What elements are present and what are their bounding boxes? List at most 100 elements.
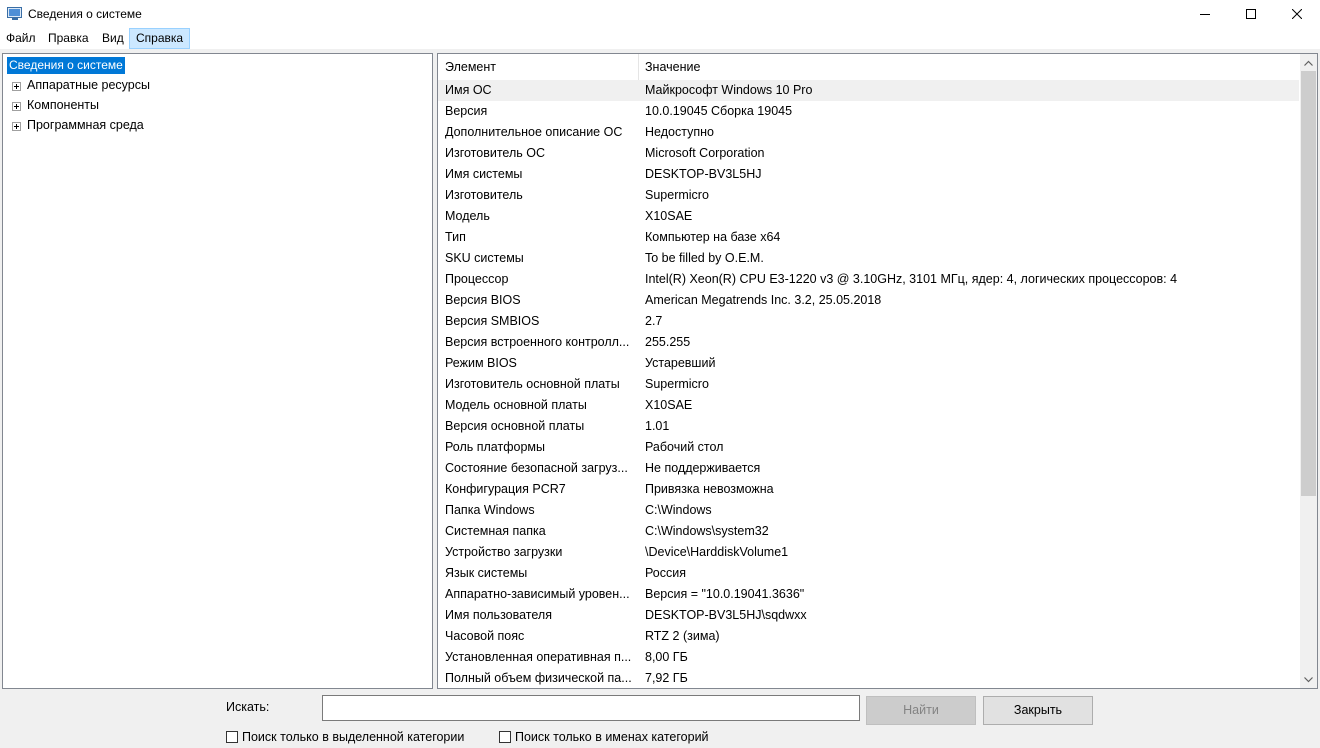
- table-row[interactable]: Папка Windows C:\Windows: [438, 500, 1299, 521]
- category-tree[interactable]: Сведения о системе Аппаратные ресурсы Ко…: [2, 53, 433, 689]
- table-row[interactable]: Полный объем физической па... 7,92 ГБ: [438, 668, 1299, 688]
- row-item-value: Microsoft Corporation: [645, 146, 765, 160]
- row-item-name: Язык системы: [445, 566, 528, 580]
- system-info-app-icon: [7, 7, 22, 20]
- table-row[interactable]: Устройство загрузки \Device\HarddiskVolum…: [438, 542, 1299, 563]
- row-item-value: Недоступно: [645, 125, 714, 139]
- search-input[interactable]: [322, 695, 860, 721]
- menu-edit[interactable]: Правка: [42, 29, 95, 48]
- row-item-value: Майкрософт Windows 10 Pro: [645, 83, 813, 97]
- table-row[interactable]: Изготовитель основной платы Supermicro: [438, 374, 1299, 395]
- scroll-thumb[interactable]: [1301, 71, 1316, 496]
- search-label: Искать:: [226, 700, 270, 714]
- column-header-value[interactable]: Значение: [638, 54, 700, 80]
- table-row[interactable]: Изготовитель ОС Microsoft Corporation: [438, 143, 1299, 164]
- row-item-value: Версия = "10.0.19041.3636": [645, 587, 805, 601]
- row-item-name: Имя системы: [445, 167, 523, 181]
- tree-item-software-environment[interactable]: Программная среда: [27, 117, 144, 134]
- table-row[interactable]: Часовой пояс RTZ 2 (зима): [438, 626, 1299, 647]
- maximize-button[interactable]: [1228, 0, 1274, 28]
- table-row[interactable]: Системная папка C:\Windows\system32: [438, 521, 1299, 542]
- table-row[interactable]: Модель основной платы X10SAE: [438, 395, 1299, 416]
- search-category-names-checkbox[interactable]: Поиск только в именах категорий: [499, 729, 709, 745]
- tree-item-system-summary[interactable]: Сведения о системе: [7, 57, 125, 74]
- menu-bar: Файл Правка Вид Справка: [0, 28, 1320, 50]
- row-item-value: DESKTOP-BV3L5HJ: [645, 167, 762, 181]
- row-item-name: Полный объем физической па...: [445, 671, 632, 685]
- expand-icon[interactable]: [12, 122, 21, 131]
- row-item-name: Системная папка: [445, 524, 546, 538]
- maximize-icon: [1246, 9, 1256, 19]
- table-row[interactable]: Процессор Intel(R) Xeon(R) CPU E3-1220 v3…: [438, 269, 1299, 290]
- menu-help[interactable]: Справка: [129, 28, 191, 49]
- table-row[interactable]: Состояние безопасной загруз... Не поддерж…: [438, 458, 1299, 479]
- table-row[interactable]: Роль платформы Рабочий стол: [438, 437, 1299, 458]
- row-item-name: Устройство загрузки: [445, 545, 563, 559]
- minimize-button[interactable]: [1182, 0, 1228, 28]
- table-row[interactable]: Тип Компьютер на базе x64: [438, 227, 1299, 248]
- tree-item-hardware-resources[interactable]: Аппаратные ресурсы: [27, 77, 150, 94]
- vertical-scrollbar[interactable]: [1300, 54, 1317, 688]
- checkbox-box[interactable]: [499, 731, 511, 743]
- row-item-value: Supermicro: [645, 188, 709, 202]
- row-item-name: Дополнительное описание ОС: [445, 125, 623, 139]
- checkbox-box[interactable]: [226, 731, 238, 743]
- row-item-value: 1.01: [645, 419, 670, 433]
- table-row[interactable]: Модель X10SAE: [438, 206, 1299, 227]
- row-item-value: Привязка невозможна: [645, 482, 774, 496]
- row-item-name: Модель: [445, 209, 490, 223]
- table-row[interactable]: Версия встроенного контролл... 255.255: [438, 332, 1299, 353]
- row-item-name: Изготовитель: [445, 188, 523, 202]
- row-item-name: Режим BIOS: [445, 356, 517, 370]
- find-button[interactable]: Найти: [866, 696, 976, 725]
- table-row[interactable]: Режим BIOS Устаревший: [438, 353, 1299, 374]
- table-row[interactable]: Изготовитель Supermicro: [438, 185, 1299, 206]
- close-button[interactable]: Закрыть: [983, 696, 1093, 725]
- row-item-value: C:\Windows: [645, 503, 712, 517]
- expand-icon[interactable]: [12, 102, 21, 111]
- table-row[interactable]: Дополнительное описание ОС Недоступно: [438, 122, 1299, 143]
- menu-view[interactable]: Вид: [96, 29, 130, 48]
- column-header-item[interactable]: Элемент: [438, 54, 496, 80]
- chevron-down-icon: [1304, 676, 1313, 682]
- details-list[interactable]: Элемент Значение Имя ОС Майкрософт Window…: [437, 53, 1318, 689]
- row-item-name: Папка Windows: [445, 503, 535, 517]
- tree-item-components[interactable]: Компоненты: [27, 97, 99, 114]
- table-row[interactable]: Версия основной платы 1.01: [438, 416, 1299, 437]
- table-row[interactable]: Конфигурация PCR7 Привязка невозможна: [438, 479, 1299, 500]
- row-item-name: Версия встроенного контролл...: [445, 335, 630, 349]
- row-item-name: Имя ОС: [445, 83, 492, 97]
- row-item-value: Рабочий стол: [645, 440, 724, 454]
- menu-file[interactable]: Файл: [0, 29, 42, 48]
- table-row[interactable]: Версия BIOS American Megatrends Inc. 3.2,…: [438, 290, 1299, 311]
- expand-icon[interactable]: [12, 82, 21, 91]
- table-row[interactable]: Аппаратно-зависимый уровен... Версия = "1…: [438, 584, 1299, 605]
- row-item-value: Intel(R) Xeon(R) CPU E3-1220 v3 @ 3.10GH…: [645, 272, 1178, 286]
- chevron-up-icon: [1304, 60, 1313, 66]
- close-window-button[interactable]: [1274, 0, 1320, 28]
- row-item-value: 7,92 ГБ: [645, 671, 688, 685]
- table-row[interactable]: Имя системы DESKTOP-BV3L5HJ: [438, 164, 1299, 185]
- row-item-name: Изготовитель ОС: [445, 146, 545, 160]
- row-item-value: Компьютер на базе x64: [645, 230, 781, 244]
- table-row[interactable]: Имя ОС Майкрософт Windows 10 Pro: [438, 80, 1299, 101]
- row-item-name: Версия основной платы: [445, 419, 585, 433]
- search-selected-category-checkbox[interactable]: Поиск только в выделенной категории: [226, 729, 464, 745]
- row-item-value: X10SAE: [645, 398, 693, 412]
- scroll-down-button[interactable]: [1300, 671, 1317, 688]
- close-icon: [1292, 9, 1302, 19]
- table-row[interactable]: Версия 10.0.19045 Сборка 19045: [438, 101, 1299, 122]
- table-row[interactable]: Имя пользователя DESKTOP-BV3L5HJ\sqdwxx: [438, 605, 1299, 626]
- table-row[interactable]: Версия SMBIOS 2.7: [438, 311, 1299, 332]
- row-item-value: DESKTOP-BV3L5HJ\sqdwxx: [645, 608, 807, 622]
- row-item-name: Часовой пояс: [445, 629, 525, 643]
- table-row[interactable]: Язык системы Россия: [438, 563, 1299, 584]
- table-row[interactable]: SKU системы To be filled by O.E.M.: [438, 248, 1299, 269]
- list-header: Элемент Значение: [438, 54, 1299, 80]
- row-item-name: SKU системы: [445, 251, 524, 265]
- row-item-name: Изготовитель основной платы: [445, 377, 620, 391]
- row-item-value: To be filled by O.E.M.: [645, 251, 764, 265]
- row-item-value: Россия: [645, 566, 686, 580]
- table-row[interactable]: Установленная оперативная п... 8,00 ГБ: [438, 647, 1299, 668]
- scroll-up-button[interactable]: [1300, 54, 1317, 71]
